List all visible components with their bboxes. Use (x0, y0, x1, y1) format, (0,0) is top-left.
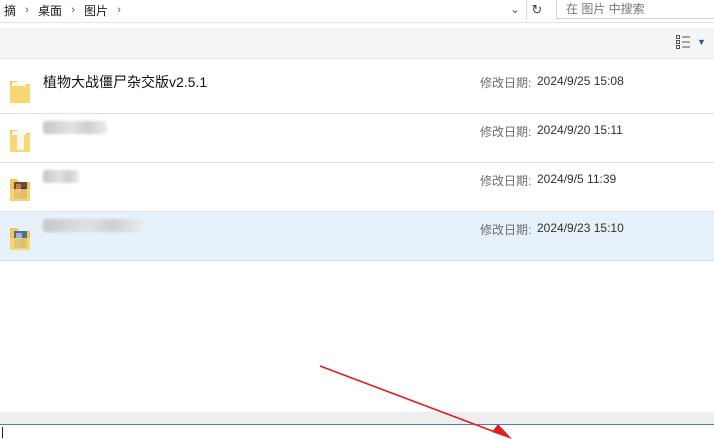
view-options-dropdown-icon[interactable]: ▼ (697, 34, 706, 50)
breadcrumb: 摘 › 桌面 › 图片 › (0, 0, 126, 20)
chevron-down-icon[interactable]: ⌄ (505, 1, 525, 19)
chevron-right-icon[interactable]: › (20, 4, 34, 16)
breadcrumb-item-root[interactable]: 摘 (0, 2, 20, 19)
address-bar[interactable]: 摘 › 桌面 › 图片 › ⌄ ↻ 在 图片 中搜索 (0, 0, 714, 23)
modified-date: 2024/9/25 15:08 (537, 74, 624, 88)
file-row[interactable]: 修改日期: 2024/9/20 15:11 (0, 114, 714, 163)
folder-icon (10, 130, 30, 152)
text-cursor (2, 427, 3, 438)
blurred-file-name (43, 121, 107, 134)
modified-date-label: 修改日期: (480, 174, 532, 188)
chevron-right-icon[interactable]: › (66, 4, 80, 16)
folder-icon (10, 179, 30, 201)
modified-date-label: 修改日期: (480, 76, 532, 90)
blurred-file-name (43, 219, 143, 232)
modified-date: 2024/9/20 15:11 (537, 123, 623, 137)
breadcrumb-item-pictures[interactable]: 图片 (80, 2, 112, 19)
chevron-right-icon[interactable]: › (112, 4, 126, 16)
file-list: 植物大战僵尸杂交版v2.5.1 修改日期: 2024/9/25 15:08 修改… (0, 65, 714, 261)
breadcrumb-item-desktop[interactable]: 桌面 (34, 2, 66, 19)
rename-input[interactable] (0, 424, 714, 439)
modified-date: 2024/9/5 11:39 (537, 172, 617, 186)
file-name[interactable]: 植物大战僵尸杂交版v2.5.1 (43, 72, 207, 92)
folder-icon (10, 81, 30, 103)
folder-icon (10, 228, 30, 250)
horizontal-scrollbar[interactable] (0, 412, 714, 424)
view-toolbar: ▼ (0, 28, 714, 59)
modified-date: 2024/9/23 15:10 (537, 221, 624, 235)
file-row-selected[interactable]: 修改日期: 2024/9/23 15:10 (0, 212, 714, 261)
modified-date-label: 修改日期: (480, 125, 532, 139)
modified-date-label: 修改日期: (480, 223, 532, 237)
file-row[interactable]: 植物大战僵尸杂交版v2.5.1 修改日期: 2024/9/25 15:08 (0, 65, 714, 114)
file-row[interactable]: 修改日期: 2024/9/5 11:39 (0, 163, 714, 212)
details-view-icon[interactable] (676, 35, 690, 49)
blurred-file-name (43, 170, 79, 183)
refresh-icon[interactable]: ↻ (526, 0, 547, 20)
search-input[interactable]: 在 图片 中搜索 (556, 0, 714, 19)
